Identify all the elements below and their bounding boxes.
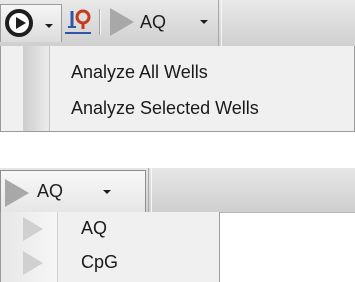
analysis-toolbar: AQ: [0, 0, 355, 47]
chevron-down-icon[interactable]: [45, 24, 53, 28]
toolbar-end-groove: [218, 0, 222, 46]
assay-selector-label: AQ: [37, 181, 64, 201]
chevron-down-icon: [103, 190, 111, 194]
menu-item-analyze-all-wells[interactable]: Analyze All Wells: [71, 62, 208, 83]
play-triangle-icon: [23, 217, 43, 241]
assay-dropdown-button[interactable]: AQ: [104, 6, 216, 38]
menu-item-analyze-selected-wells[interactable]: Analyze Selected Wells: [71, 98, 259, 119]
play-triangle-icon: [23, 251, 43, 275]
analyze-split-button[interactable]: [0, 4, 62, 42]
menu-item-cpg[interactable]: CpG: [81, 252, 118, 273]
assay-selector-menu: AQ CpG: [0, 212, 220, 282]
play-triangle-icon: [5, 179, 29, 207]
well-plate-icon: [65, 9, 91, 34]
assay-dropdown-label: AQ: [140, 12, 167, 32]
menu-icon-gutter: [23, 46, 50, 131]
menu-item-aq[interactable]: AQ: [81, 218, 107, 239]
toolbar-end-groove: [148, 168, 152, 212]
chevron-down-icon: [200, 20, 208, 24]
assay-selector-button[interactable]: AQ: [0, 170, 146, 212]
run-circle-icon: [5, 9, 33, 37]
well-plate-button[interactable]: [64, 7, 92, 37]
analyze-menu: Analyze All Wells Analyze Selected Wells: [0, 46, 355, 132]
play-triangle-icon: [110, 8, 134, 36]
assay-toolbar: AQ: [0, 168, 355, 213]
toolbar-separator: [99, 9, 101, 35]
